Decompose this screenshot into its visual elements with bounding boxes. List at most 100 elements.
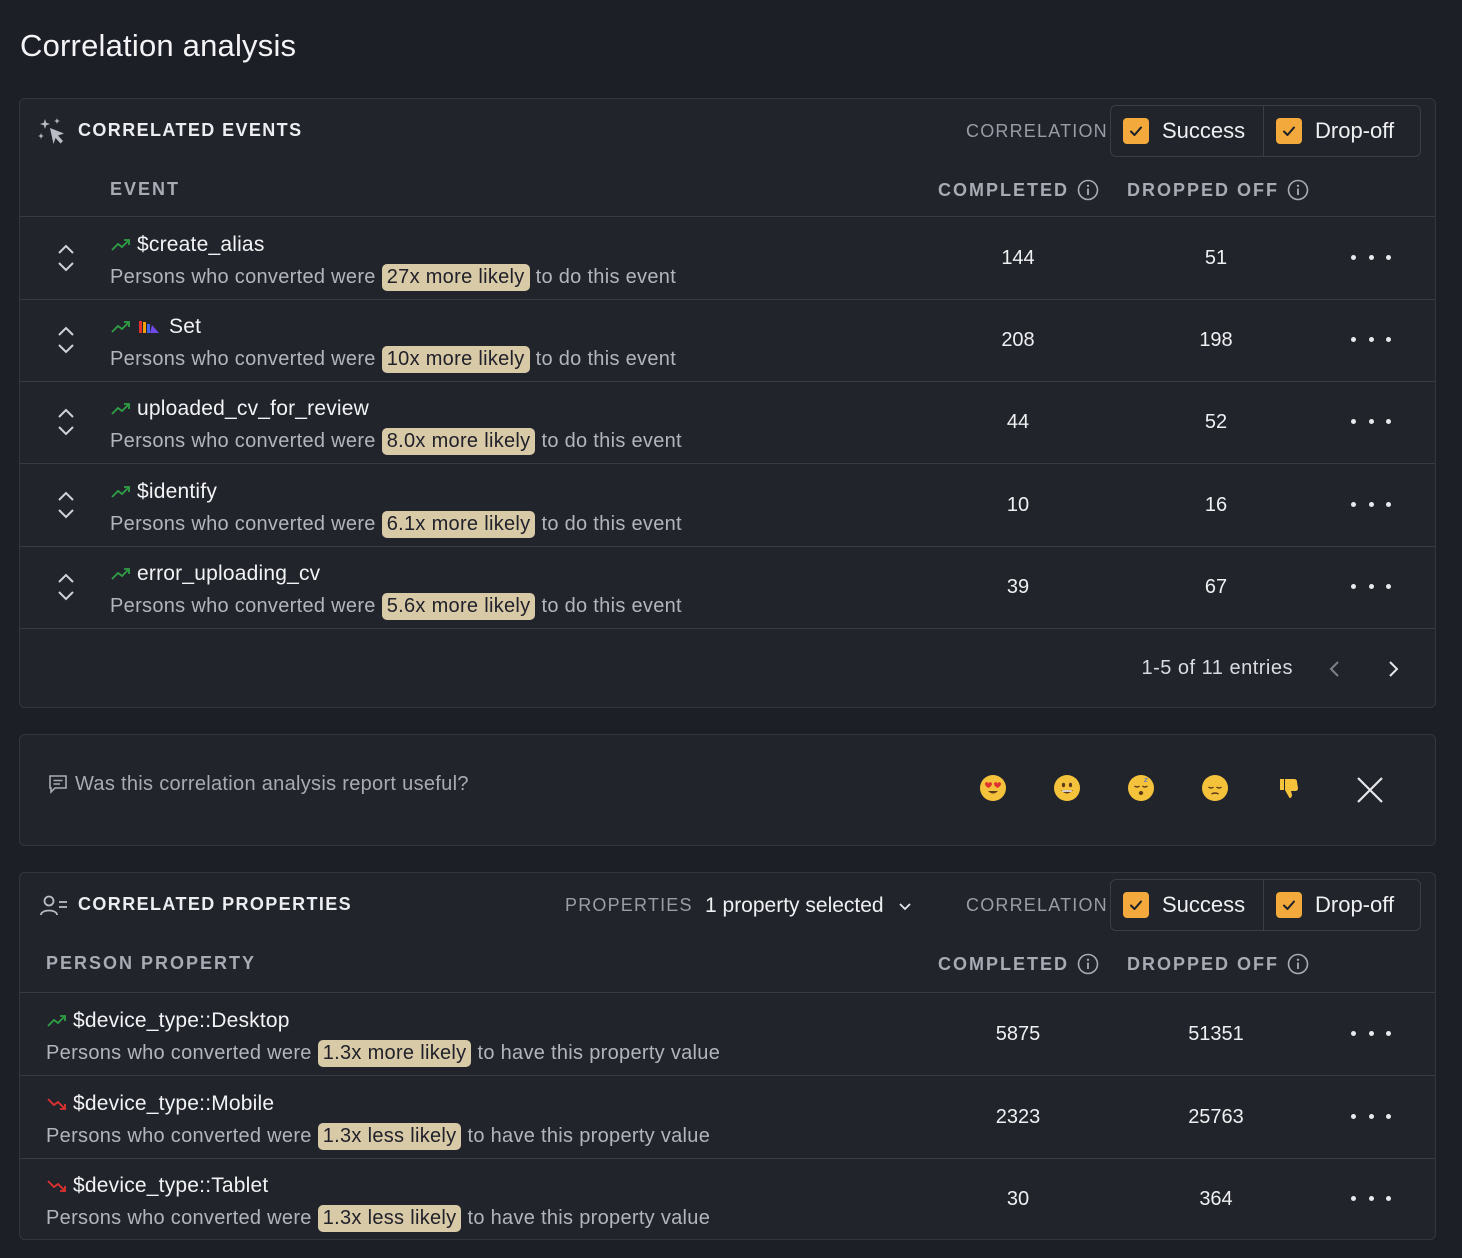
property-name[interactable]: $device_type::Desktop xyxy=(46,1009,290,1033)
property-name[interactable]: $device_type::Tablet xyxy=(46,1174,268,1198)
expand-collapse-icon[interactable] xyxy=(52,405,80,439)
chevron-down-icon xyxy=(898,903,911,911)
info-icon[interactable] xyxy=(1077,953,1099,975)
more-options-button[interactable] xyxy=(1351,327,1391,351)
info-icon[interactable] xyxy=(1287,953,1309,975)
close-icon[interactable] xyxy=(1355,775,1385,805)
more-options-button[interactable] xyxy=(1351,1104,1391,1128)
event-name[interactable]: Set xyxy=(110,315,201,339)
divider xyxy=(20,628,1435,629)
chevron-left-icon[interactable] xyxy=(1324,658,1346,680)
trending-up-icon xyxy=(111,321,130,333)
grinning-emoji-icon[interactable] xyxy=(1054,775,1080,801)
checkbox-checked-icon[interactable] xyxy=(1123,118,1149,144)
success-toggle[interactable]: Success xyxy=(1111,880,1264,930)
column-header-dropped-off[interactable]: DROPPED OFF xyxy=(1127,953,1309,975)
dot-icon xyxy=(1386,1030,1391,1036)
column-header-label: DROPPED OFF xyxy=(1127,179,1280,200)
properties-dropdown[interactable]: 1 property selected xyxy=(705,894,914,918)
property-name-text: $device_type::Tablet xyxy=(73,1174,269,1197)
dot-icon xyxy=(1368,254,1374,260)
expand-collapse-icon[interactable] xyxy=(52,323,80,357)
event-name[interactable]: error_uploading_cv xyxy=(110,562,320,586)
description-suffix: to do this event xyxy=(541,513,682,535)
property-name-text: $device_type::Desktop xyxy=(73,1009,290,1032)
completed-count[interactable]: 5875 xyxy=(958,1023,1078,1046)
column-header-event[interactable]: EVENT xyxy=(110,179,180,200)
thumbs-down-emoji-icon[interactable] xyxy=(1276,775,1302,801)
completed-count[interactable]: 30 xyxy=(958,1188,1078,1211)
dot-icon xyxy=(1368,418,1374,424)
more-options-button[interactable] xyxy=(1351,574,1391,598)
completed-count[interactable]: 208 xyxy=(958,329,1078,352)
dropoff-toggle[interactable]: Drop-off xyxy=(1264,880,1420,930)
trending-up-icon xyxy=(47,1015,66,1027)
correlation-label: CORRELATION xyxy=(966,121,1108,141)
description-prefix: Persons who converted were xyxy=(110,595,376,617)
column-header-dropped-off[interactable]: DROPPED OFF xyxy=(1127,179,1309,201)
description-suffix: to do this event xyxy=(535,348,677,370)
info-icon[interactable] xyxy=(1077,179,1099,201)
dot-icon xyxy=(1386,336,1391,342)
info-icon[interactable] xyxy=(1287,179,1309,201)
dropped-off-count[interactable]: 364 xyxy=(1156,1188,1276,1211)
completed-count[interactable]: 39 xyxy=(958,576,1078,599)
completed-count[interactable]: 44 xyxy=(958,411,1078,434)
property-description: Persons who converted were 1.3x less lik… xyxy=(46,1123,710,1150)
column-header-completed[interactable]: COMPLETED xyxy=(938,953,1099,975)
column-header-completed[interactable]: COMPLETED xyxy=(938,179,1099,201)
column-header-label: COMPLETED xyxy=(938,953,1070,974)
trending-up-icon xyxy=(111,239,130,251)
feedback-question: Was this correlation analysis report use… xyxy=(75,773,469,795)
success-label: Success xyxy=(1162,892,1246,917)
column-header-person-property[interactable]: PERSON PROPERTY xyxy=(46,953,256,974)
dropped-off-count[interactable]: 25763 xyxy=(1156,1106,1276,1129)
checkbox-checked-icon[interactable] xyxy=(1276,118,1302,144)
checkbox-checked-icon[interactable] xyxy=(1123,892,1149,918)
dot-icon xyxy=(1368,1113,1374,1119)
more-options-button[interactable] xyxy=(1351,1021,1391,1045)
table-row: $device_type::Tablet Persons who convert… xyxy=(20,1158,1435,1239)
likelihood-badge: 27x more likely xyxy=(381,264,530,291)
more-options-button[interactable] xyxy=(1351,245,1391,269)
completed-count[interactable]: 2323 xyxy=(958,1106,1078,1129)
dropped-off-count[interactable]: 67 xyxy=(1156,576,1276,599)
dropped-off-count[interactable]: 51 xyxy=(1156,247,1276,270)
dot-icon xyxy=(1386,1195,1391,1201)
trending-up-icon xyxy=(111,486,130,498)
more-options-button[interactable] xyxy=(1351,492,1391,516)
expand-collapse-icon[interactable] xyxy=(52,570,80,604)
checkbox-checked-icon[interactable] xyxy=(1276,892,1302,918)
dot-icon xyxy=(1368,1030,1374,1036)
table-row: error_uploading_cv Persons who converted… xyxy=(20,546,1435,628)
more-options-button[interactable] xyxy=(1351,1186,1391,1210)
table-row: $device_type::Desktop Persons who conver… xyxy=(20,993,1435,1075)
expand-collapse-icon[interactable] xyxy=(52,488,80,522)
dropped-off-count[interactable]: 198 xyxy=(1156,329,1276,352)
table-row: Set Persons who converted were 10x more … xyxy=(20,299,1435,381)
dot-icon xyxy=(1351,1113,1356,1119)
success-toggle[interactable]: Success xyxy=(1111,106,1264,156)
event-name[interactable]: $create_alias xyxy=(110,233,265,257)
event-name[interactable]: uploaded_cv_for_review xyxy=(110,397,369,421)
more-options-button[interactable] xyxy=(1351,409,1391,433)
pagination-summary: 1-5 of 11 entries xyxy=(1141,657,1293,679)
expand-collapse-icon[interactable] xyxy=(52,241,80,275)
likelihood-badge: 10x more likely xyxy=(381,346,530,373)
heart-eyes-emoji-icon[interactable] xyxy=(980,775,1006,801)
dropped-off-count[interactable]: 51351 xyxy=(1156,1023,1276,1046)
dropped-off-count[interactable]: 52 xyxy=(1156,411,1276,434)
pensive-emoji-icon[interactable] xyxy=(1202,775,1228,801)
event-name[interactable]: $identify xyxy=(110,480,217,504)
property-name[interactable]: $device_type::Mobile xyxy=(46,1092,274,1116)
description-suffix: to have this property value xyxy=(467,1125,711,1147)
sleeping-emoji-icon[interactable]: z xyxy=(1128,775,1154,801)
completed-count[interactable]: 144 xyxy=(958,247,1078,270)
likelihood-badge: 8.0x more likely xyxy=(381,428,536,455)
completed-count[interactable]: 10 xyxy=(958,494,1078,517)
correlation-toggle-group: Success Drop-off xyxy=(1110,105,1421,157)
success-label: Success xyxy=(1162,118,1246,143)
dropoff-toggle[interactable]: Drop-off xyxy=(1264,106,1420,156)
chevron-right-icon[interactable] xyxy=(1382,658,1404,680)
dropped-off-count[interactable]: 16 xyxy=(1156,494,1276,517)
